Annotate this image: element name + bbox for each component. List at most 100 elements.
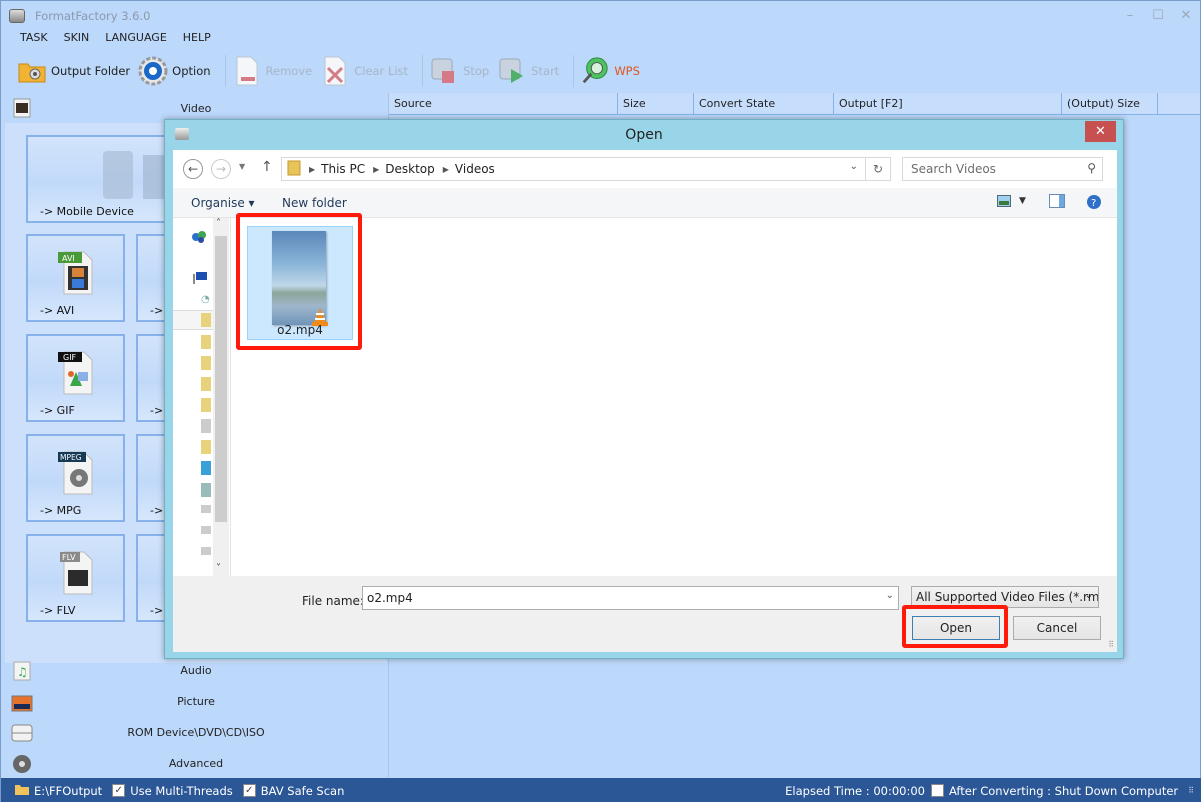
folder-icon[interactable] xyxy=(201,356,211,370)
folder-icon[interactable] xyxy=(201,313,211,327)
cancel-button[interactable]: Cancel xyxy=(1013,616,1101,640)
checkbox-checked-icon: ✓ xyxy=(242,784,256,797)
column-size[interactable]: Size xyxy=(618,93,694,114)
breadcrumb-separator-icon: ▶ xyxy=(373,164,380,174)
menu-help[interactable]: HELP xyxy=(183,31,211,49)
output-path[interactable]: E:\FFOutput xyxy=(34,784,102,798)
bav-safe-scan-checkbox[interactable]: ✓ BAV Safe Scan xyxy=(242,784,344,798)
windows-drive-icon[interactable] xyxy=(201,461,211,475)
svg-text:AVI: AVI xyxy=(62,254,75,263)
multi-threads-checkbox[interactable]: ✓ Use Multi-Threads xyxy=(112,784,233,798)
tile-flv[interactable]: FLV -> FLV xyxy=(26,534,125,622)
close-button[interactable]: ✕ xyxy=(1172,1,1200,29)
tile-avi[interactable]: AVI -> AVI xyxy=(26,234,125,322)
output-folder-button[interactable]: Output Folder xyxy=(17,53,130,89)
column-source[interactable]: Source xyxy=(389,93,618,114)
drive-icon[interactable] xyxy=(201,505,211,513)
file-name-input[interactable]: o2.mp4 ⌄ xyxy=(362,586,899,610)
start-button[interactable]: Start xyxy=(497,53,559,89)
folder-icon[interactable] xyxy=(201,398,211,412)
drive-icon[interactable] xyxy=(201,526,211,534)
refresh-button[interactable]: ↻ xyxy=(865,158,890,180)
category-advanced[interactable]: Advanced xyxy=(5,748,387,779)
open-button[interactable]: Open xyxy=(912,616,1000,640)
breadcrumb-desktop[interactable]: Desktop xyxy=(385,162,435,176)
dialog-footer: File name: o2.mp4 ⌄ All Supported Video … xyxy=(173,576,1117,652)
folder-icon[interactable] xyxy=(201,335,211,349)
category-rom-device[interactable]: ROM Device\DVD\CD\ISO xyxy=(5,717,387,748)
drive-icon[interactable] xyxy=(201,547,211,555)
homegroup-icon[interactable] xyxy=(191,230,207,247)
scrollbar-thumb[interactable] xyxy=(215,236,227,522)
resize-grip[interactable]: ⠿ xyxy=(1188,786,1194,795)
file-type-select[interactable]: All Supported Video Files (*.rm; ⌄ xyxy=(911,586,1099,608)
toolbar: Output Folder Option Remove Clear List S… xyxy=(1,51,648,91)
start-icon xyxy=(497,56,527,86)
minimize-button[interactable]: – xyxy=(1116,1,1144,29)
address-bar[interactable]: ▶ This PC ▶ Desktop ▶ Videos ⌄ ↻ xyxy=(281,157,891,181)
menu-task[interactable]: TASK xyxy=(20,31,48,49)
option-button[interactable]: Option xyxy=(138,53,211,89)
task-list-header: Source Size Convert State Output [F2] (O… xyxy=(389,93,1200,115)
menu-language[interactable]: LANGUAGE xyxy=(105,31,167,49)
gif-file-icon: GIF xyxy=(56,350,96,399)
back-button[interactable]: ← xyxy=(183,159,203,179)
chevron-down-icon: ⌄ xyxy=(1084,590,1093,601)
address-dropdown-icon[interactable]: ⌄ xyxy=(850,161,858,172)
file-name-dropdown-icon[interactable]: ⌄ xyxy=(886,590,894,601)
scroll-down-icon[interactable]: ˅ xyxy=(216,563,221,574)
flv-file-icon: FLV xyxy=(56,550,96,599)
folder-icon xyxy=(17,56,47,86)
category-audio[interactable]: ♫ Audio xyxy=(5,655,387,686)
svg-text:GIF: GIF xyxy=(63,353,77,362)
toolbar-separator xyxy=(573,55,575,87)
preview-pane-icon xyxy=(1049,194,1065,211)
scroll-up-icon[interactable]: ˄ xyxy=(216,218,221,229)
tile-gif[interactable]: GIF -> GIF xyxy=(26,334,125,422)
nav-pane-scrollbar[interactable]: ˄ ˅ xyxy=(213,218,229,576)
svg-text:FLV: FLV xyxy=(62,553,76,562)
file-item-o2-mp4[interactable]: o2.mp4 xyxy=(247,226,353,340)
column-convert-state[interactable]: Convert State xyxy=(694,93,834,114)
stop-button[interactable]: Stop xyxy=(429,53,489,89)
image-drive-icon[interactable] xyxy=(201,483,211,497)
folder-icon[interactable] xyxy=(201,440,211,454)
command-bar: Organise ▾ New folder ▼ ? xyxy=(173,188,1117,218)
this-pc-icon[interactable] xyxy=(193,272,207,287)
search-input[interactable]: Search Videos ⚲ xyxy=(902,157,1103,181)
shutdown-after-checkbox[interactable]: After Converting : Shut Down Computer xyxy=(930,784,1178,798)
column-output-size[interactable]: (Output) Size xyxy=(1062,93,1158,114)
network-drive-icon[interactable]: ◔ xyxy=(201,294,210,305)
toolbar-separator xyxy=(224,55,226,87)
stop-icon xyxy=(429,56,459,86)
change-view-button[interactable] xyxy=(997,195,1011,210)
organise-menu[interactable]: Organise ▾ xyxy=(191,196,255,210)
forward-button[interactable]: → xyxy=(211,159,231,179)
tile-mpg[interactable]: MPEG -> MPG xyxy=(26,434,125,522)
file-name-label: File name: xyxy=(302,594,364,608)
view-dropdown-icon[interactable]: ▼ xyxy=(1019,196,1026,206)
category-picture[interactable]: Picture xyxy=(5,686,387,717)
new-folder-button[interactable]: New folder xyxy=(282,196,347,210)
breadcrumb-this-pc[interactable]: This PC xyxy=(321,162,365,176)
resize-grip[interactable]: ⠿ xyxy=(1108,640,1114,649)
up-button[interactable]: ↑ xyxy=(261,159,273,175)
app-title: FormatFactory 3.6.0 xyxy=(35,9,151,23)
app-icon xyxy=(9,9,25,23)
preview-pane-button[interactable] xyxy=(1049,194,1065,211)
recent-locations-dropdown[interactable]: ▼ xyxy=(239,162,245,171)
folder-icon[interactable] xyxy=(201,377,211,391)
wps-button[interactable]: WPS xyxy=(580,53,640,89)
maximize-button[interactable]: ☐ xyxy=(1144,1,1172,29)
column-output[interactable]: Output [F2] xyxy=(834,93,1062,114)
breadcrumb-videos[interactable]: Videos xyxy=(455,162,495,176)
clear-list-button[interactable]: Clear List xyxy=(320,53,408,89)
help-button[interactable]: ? xyxy=(1086,194,1102,213)
help-icon: ? xyxy=(1086,195,1102,213)
menu-skin[interactable]: SKIN xyxy=(64,31,90,49)
device-icon[interactable] xyxy=(201,419,211,433)
breadcrumb-separator-icon: ▶ xyxy=(442,164,449,174)
video-thumbnail xyxy=(272,231,328,326)
dialog-close-button[interactable]: ✕ xyxy=(1085,121,1116,142)
remove-button[interactable]: Remove xyxy=(232,53,312,89)
